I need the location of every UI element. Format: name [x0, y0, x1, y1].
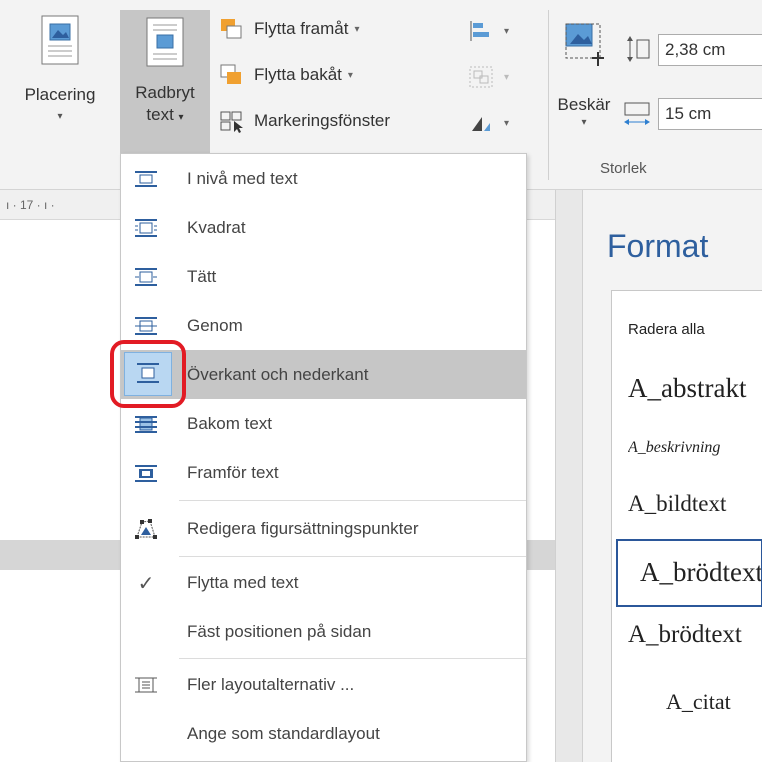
menu-item-label: Flytta med text	[187, 572, 299, 592]
markeringsfonster-label: Markeringsfönster	[254, 111, 391, 130]
menu-separator	[179, 500, 526, 501]
menu-item-label: Överkant och nederkant	[187, 364, 369, 384]
menu-item-label: Fler layoutalternativ ...	[187, 674, 355, 694]
height-field[interactable]: 2,38 cm	[658, 34, 762, 66]
placering-button[interactable]: Placering ▾	[8, 14, 112, 150]
send-backward-icon	[220, 64, 241, 84]
radbryt-label-line2: text ▾	[120, 104, 210, 129]
text-label: text	[146, 105, 174, 124]
align-icon	[470, 21, 489, 41]
chevron-down-icon: ▾	[581, 117, 587, 128]
radbryt-text-button[interactable]: Radbryt text ▾	[120, 10, 210, 153]
chevron-down-icon: ▾	[178, 112, 184, 123]
menu-item-genom[interactable]: Genom	[121, 301, 526, 350]
chevron-down-icon: ▾	[504, 71, 510, 83]
menu-item-flytta-med-text[interactable]: ✓ Flytta med text	[121, 558, 526, 607]
menu-item-label: Ange som standardlayout	[187, 723, 380, 743]
edit-wrap-points-icon	[133, 516, 159, 542]
menu-item-label: Genom	[187, 315, 243, 335]
chevron-down-icon: ▾	[504, 25, 510, 37]
menu-item-overkant-och-nederkant[interactable]: Överkant och nederkant	[121, 350, 526, 399]
styles-pane: Format Radera alla A_abstrakt A_beskrivn…	[583, 190, 762, 762]
through-wrap-icon	[133, 313, 159, 339]
radbryt-label: Radbryt	[135, 83, 195, 102]
chevron-down-icon: ▾	[504, 117, 510, 129]
chevron-down-icon: ▾	[347, 69, 353, 81]
menu-separator	[179, 556, 526, 557]
menu-item-label: Redigera figursättningspunkter	[187, 518, 419, 538]
menu-item-ange-som-standardlayout[interactable]: Ange som standardlayout	[121, 709, 526, 758]
style-a-abstrakt[interactable]: A_abstrakt	[628, 373, 762, 404]
wrap-text-menu: I nivå med text Kvadrat Tätt Genom Överk…	[120, 153, 527, 762]
flytta-framat-label: Flytta framåt	[254, 19, 349, 38]
menu-item-framfor-text[interactable]: Framför text	[121, 448, 526, 497]
top-bottom-wrap-icon	[137, 363, 159, 383]
square-wrap-icon	[133, 215, 159, 241]
checkmark-icon: ✓	[137, 572, 155, 595]
flytta-bakat-label: Flytta bakåt	[254, 65, 342, 84]
menu-item-label: Framför text	[187, 462, 279, 482]
bring-forward-icon	[221, 19, 242, 39]
chevron-down-icon: ▾	[354, 23, 360, 35]
rotate-icon	[472, 117, 490, 131]
group-icon	[469, 66, 493, 88]
rotate-button[interactable]: ▾	[468, 108, 509, 138]
style-radera-alla[interactable]: Radera alla	[628, 321, 762, 338]
menu-item-label: Kvadrat	[187, 217, 246, 237]
width-icon	[624, 102, 650, 125]
menu-item-redigera-figursattningspunkter[interactable]: Redigera figursättningspunkter	[121, 504, 526, 553]
style-a-beskrivning[interactable]: A_beskrivning	[628, 439, 762, 457]
chevron-down-icon: ▾	[57, 111, 63, 122]
group-button: ▾	[468, 62, 509, 92]
flytta-framat-button[interactable]: Flytta framåt ▾	[218, 14, 360, 44]
position-icon	[41, 15, 79, 65]
menu-item-label: Tätt	[187, 266, 217, 286]
styles-list: Radera alla A_abstrakt A_beskrivning A_b…	[611, 290, 762, 762]
align-button[interactable]: ▾	[468, 16, 509, 46]
style-a-bildtext[interactable]: A_bildtext	[628, 491, 762, 517]
in-front-of-text-icon	[133, 460, 159, 486]
tight-wrap-icon	[133, 264, 159, 290]
style-a-citat[interactable]: A_citat	[666, 689, 762, 715]
flytta-bakat-button[interactable]: Flytta bakåt ▾	[218, 60, 353, 90]
style-a-brodtext[interactable]: A_brödtext	[628, 621, 762, 649]
wrap-text-icon	[146, 17, 184, 67]
menu-item-label: Bakom text	[187, 413, 273, 433]
inline-with-text-icon	[133, 166, 159, 192]
behind-text-icon	[133, 411, 159, 437]
height-icon	[627, 36, 650, 62]
menu-item-i-niva-med-text[interactable]: I nivå med text	[121, 154, 526, 203]
menu-item-label: Fäst positionen på sidan	[187, 621, 372, 641]
selection-pane-icon	[220, 111, 243, 133]
menu-item-tatt[interactable]: Tätt	[121, 252, 526, 301]
menu-item-kvadrat[interactable]: Kvadrat	[121, 203, 526, 252]
menu-item-bakom-text[interactable]: Bakom text	[121, 399, 526, 448]
beskar-label: Beskär	[557, 95, 611, 114]
style-a-brodtext-selected[interactable]: A_brödtext	[616, 539, 762, 607]
placering-label: Placering	[24, 85, 96, 104]
crop-icon	[565, 23, 604, 66]
pane-title: Format	[607, 228, 709, 264]
pane-splitter[interactable]	[555, 190, 583, 762]
menu-item-label: I nivå med text	[187, 168, 298, 188]
beskar-button[interactable]: Beskär ▾	[556, 20, 612, 148]
width-field[interactable]: 15 cm	[658, 98, 762, 130]
group-label-storlek: Storlek	[600, 160, 647, 177]
ribbon-separator	[548, 10, 549, 180]
markeringsfonster-button[interactable]: Markeringsfönster	[218, 106, 390, 136]
menu-item-fast-positionen-pa-sidan[interactable]: Fäst positionen på sidan	[121, 607, 526, 656]
menu-item-fler-layoutalternativ[interactable]: Fler layoutalternativ ...	[121, 660, 526, 709]
selected-icon-highlight	[124, 352, 172, 396]
menu-separator	[179, 658, 526, 659]
more-layout-icon	[133, 672, 159, 698]
